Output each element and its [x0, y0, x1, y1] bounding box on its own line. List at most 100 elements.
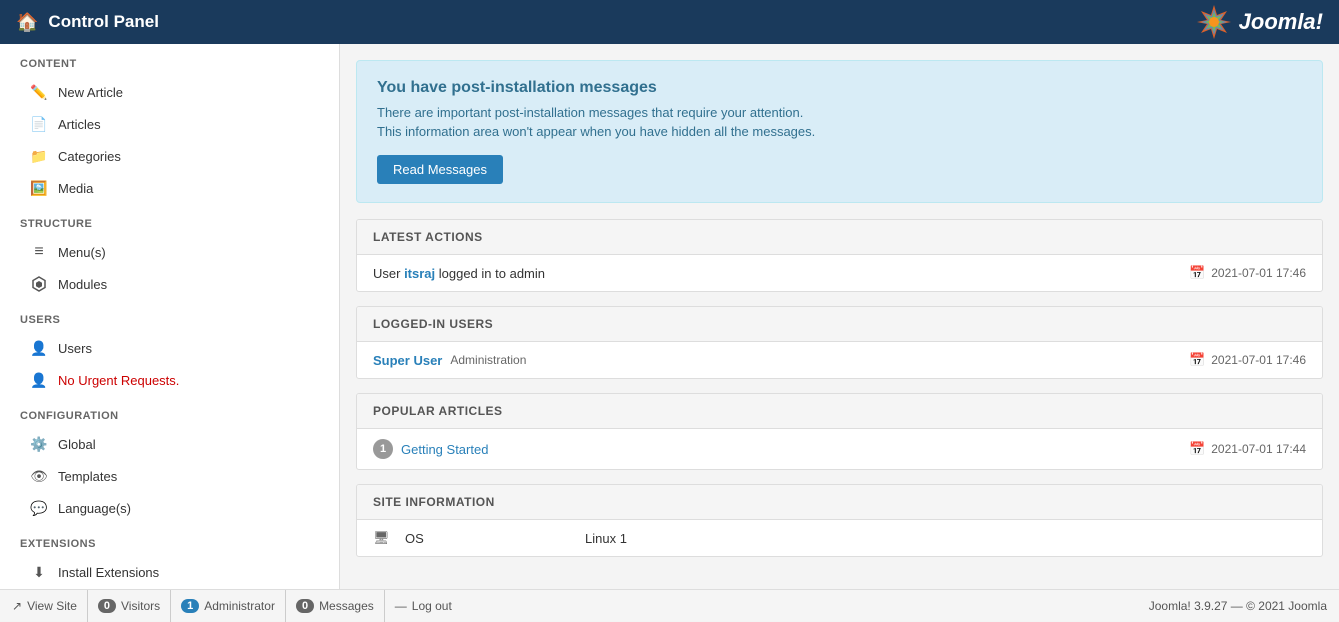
- read-messages-button[interactable]: Read Messages: [377, 155, 503, 184]
- popular-article-timestamp: 2021-07-01 17:44: [1211, 442, 1306, 456]
- latest-actions-row-right: 📅 2021-07-01 17:46: [1189, 265, 1306, 281]
- logged-in-user-role: Administration: [450, 353, 526, 367]
- site-information-panel: SITE INFORMATION 🖥 OS Linux 1: [356, 484, 1323, 557]
- sidebar-section-content: CONTENT: [0, 44, 339, 76]
- sidebar-item-modules[interactable]: Modules: [0, 268, 339, 300]
- visitors-badge: 0: [98, 599, 116, 613]
- site-info-label-os: OS: [405, 531, 585, 546]
- top-header: 🏠 Control Panel Joomla!: [0, 0, 1339, 44]
- version-text: Joomla! 3.9.27 — © 2021 Joomla: [1149, 599, 1327, 613]
- sidebar-label-users: Users: [58, 341, 92, 356]
- popular-articles-row-right: 📅 2021-07-01 17:44: [1189, 441, 1306, 457]
- media-icon: 🖼️: [30, 179, 48, 197]
- popular-articles-header: POPULAR ARTICLES: [357, 394, 1322, 429]
- article-title-link[interactable]: Getting Started: [401, 442, 488, 457]
- post-install-banner: You have post-installation messages Ther…: [356, 60, 1323, 203]
- view-site-label: View Site: [27, 599, 77, 613]
- sidebar: CONTENT ✏️ New Article 📄 Articles 📁 Cate…: [0, 44, 340, 589]
- admin-item[interactable]: 1 Administrator: [171, 590, 286, 622]
- post-install-title: You have post-installation messages: [377, 79, 1302, 97]
- messages-label: Messages: [319, 599, 374, 613]
- logout-dash-icon: —: [395, 599, 407, 613]
- site-information-header: SITE INFORMATION: [357, 485, 1322, 520]
- bottom-bar-left: ↗ View Site 0 Visitors 1 Administrator 0…: [12, 590, 462, 622]
- cal-icon-popular: 📅: [1189, 441, 1205, 457]
- logout-label: Log out: [412, 599, 452, 613]
- main-layout: CONTENT ✏️ New Article 📄 Articles 📁 Cate…: [0, 44, 1339, 589]
- sidebar-label-templates: Templates: [58, 469, 117, 484]
- sidebar-item-users[interactable]: 👤 Users: [0, 332, 339, 364]
- templates-icon: 👁: [30, 467, 48, 485]
- header-title-group: 🏠 Control Panel: [16, 12, 159, 33]
- sidebar-item-media[interactable]: 🖼️ Media: [0, 172, 339, 204]
- pencil-icon: ✏️: [30, 83, 48, 101]
- cal-icon-logged: 📅: [1189, 352, 1205, 368]
- sidebar-item-no-urgent[interactable]: 👤 No Urgent Requests.: [0, 364, 339, 396]
- cal-icon-latest: 📅: [1189, 265, 1205, 281]
- logged-in-users-panel: LOGGED-IN USERS Super User Administratio…: [356, 306, 1323, 379]
- sidebar-item-install-extensions[interactable]: ⬇ Install Extensions: [0, 556, 339, 588]
- sidebar-item-global[interactable]: ⚙️ Global: [0, 428, 339, 460]
- logged-in-users-row-right: 📅 2021-07-01 17:46: [1189, 352, 1306, 368]
- logout-item[interactable]: — Log out: [385, 590, 462, 622]
- sidebar-label-no-urgent: No Urgent Requests.: [58, 373, 179, 388]
- sidebar-item-articles[interactable]: 📄 Articles: [0, 108, 339, 140]
- sidebar-section-configuration: CONFIGURATION: [0, 396, 339, 428]
- visitors-label: Visitors: [121, 599, 160, 613]
- sidebar-item-new-article[interactable]: ✏️ New Article: [0, 76, 339, 108]
- logged-in-users-row-left: Super User Administration: [373, 353, 526, 368]
- joomla-star-icon: [1195, 3, 1233, 41]
- bottom-bar: ↗ View Site 0 Visitors 1 Administrator 0…: [0, 589, 1339, 621]
- logged-in-users-row-0: Super User Administration 📅 2021-07-01 1…: [357, 342, 1322, 378]
- content-area: You have post-installation messages Ther…: [340, 44, 1339, 589]
- sidebar-item-menus[interactable]: ≡ Menu(s): [0, 236, 339, 268]
- modules-icon: [30, 275, 48, 293]
- sidebar-label-language: Language(s): [58, 501, 131, 516]
- articles-icon: 📄: [30, 115, 48, 133]
- latest-actions-panel: LATEST ACTIONS User itsraj logged in to …: [356, 219, 1323, 292]
- logged-in-user-name[interactable]: Super User: [373, 353, 442, 368]
- messages-badge: 0: [296, 599, 314, 613]
- post-install-line2: This information area won't appear when …: [377, 124, 1302, 139]
- messages-item[interactable]: 0 Messages: [286, 590, 385, 622]
- language-icon: 💬: [30, 499, 48, 517]
- site-info-value-os: Linux 1: [585, 531, 627, 546]
- home-icon[interactable]: 🏠: [16, 12, 38, 33]
- post-install-line1: There are important post-installation me…: [377, 105, 1302, 120]
- visitors-item[interactable]: 0 Visitors: [88, 590, 171, 622]
- latest-action-timestamp: 2021-07-01 17:46: [1211, 266, 1306, 280]
- urgent-icon: 👤: [30, 371, 48, 389]
- categories-icon: 📁: [30, 147, 48, 165]
- view-site-item[interactable]: ↗ View Site: [12, 590, 88, 622]
- latest-actions-row-left: User itsraj logged in to admin: [373, 266, 545, 281]
- external-link-icon: ↗: [12, 599, 22, 613]
- popular-articles-panel: POPULAR ARTICLES 1 Getting Started 📅 202…: [356, 393, 1323, 470]
- admin-badge: 1: [181, 599, 199, 613]
- sidebar-item-templates[interactable]: 👁 Templates: [0, 460, 339, 492]
- logged-in-users-header: LOGGED-IN USERS: [357, 307, 1322, 342]
- sidebar-label-global: Global: [58, 437, 96, 452]
- sidebar-item-categories[interactable]: 📁 Categories: [0, 140, 339, 172]
- sidebar-label-categories: Categories: [58, 149, 121, 164]
- menus-icon: ≡: [30, 243, 48, 261]
- site-info-row-os: 🖥 OS Linux 1: [357, 520, 1322, 556]
- latest-action-text: User itsraj logged in to admin: [373, 266, 545, 281]
- sidebar-item-language[interactable]: 💬 Language(s): [0, 492, 339, 524]
- sidebar-section-structure: STRUCTURE: [0, 204, 339, 236]
- sidebar-label-new-article: New Article: [58, 85, 123, 100]
- logged-in-user-timestamp: 2021-07-01 17:46: [1211, 353, 1306, 367]
- users-icon: 👤: [30, 339, 48, 357]
- sidebar-label-install-extensions: Install Extensions: [58, 565, 159, 580]
- latest-action-user[interactable]: itsraj: [404, 266, 435, 281]
- sidebar-section-users: USERS: [0, 300, 339, 332]
- popular-articles-row-left: 1 Getting Started: [373, 439, 488, 459]
- monitor-icon: 🖥: [373, 530, 397, 546]
- gear-icon: ⚙️: [30, 435, 48, 453]
- sidebar-label-menus: Menu(s): [58, 245, 106, 260]
- sidebar-label-modules: Modules: [58, 277, 107, 292]
- sidebar-section-extensions: EXTENSIONS: [0, 524, 339, 556]
- joomla-brand-text: Joomla!: [1239, 9, 1323, 35]
- page-title: Control Panel: [48, 12, 159, 32]
- popular-articles-row-0: 1 Getting Started 📅 2021-07-01 17:44: [357, 429, 1322, 469]
- latest-actions-row-0: User itsraj logged in to admin 📅 2021-07…: [357, 255, 1322, 291]
